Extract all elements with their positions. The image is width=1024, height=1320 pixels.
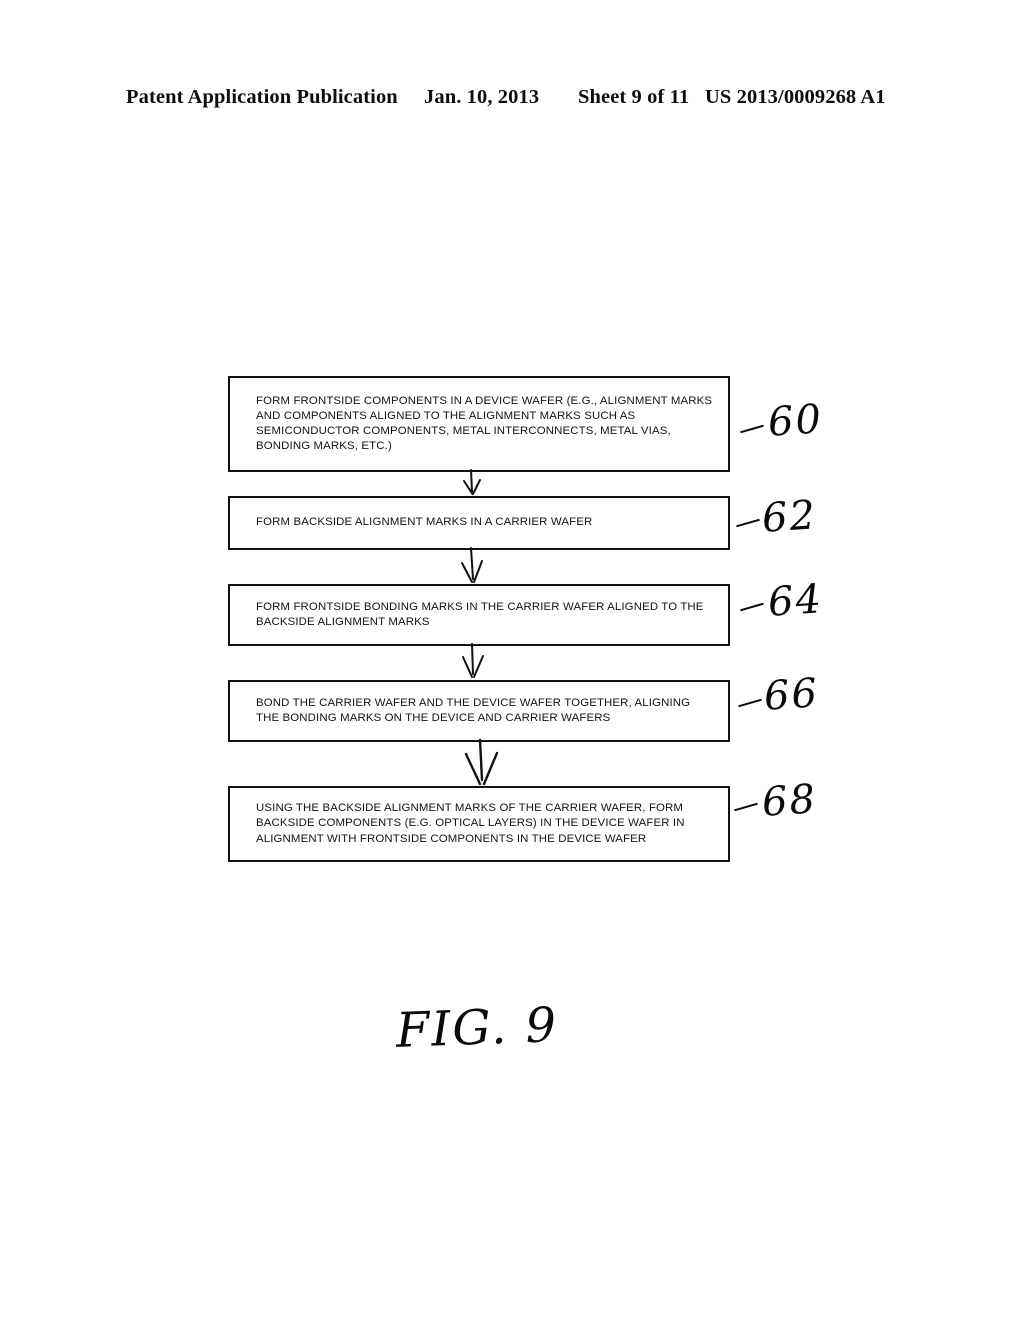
flowchart-diagram: FORM FRONTSIDE COMPONENTS IN A DEVICE WA… <box>0 0 1024 1320</box>
flowchart-connector-arrow-4 <box>440 740 550 790</box>
reference-leader-line-66 <box>738 699 762 708</box>
reference-numeral-64: 64 <box>766 576 824 626</box>
flowchart-step-box-66: BOND THE CARRIER WAFER AND THE DEVICE WA… <box>228 680 730 742</box>
reference-leader-line-68 <box>734 803 758 812</box>
reference-numeral-66: 66 <box>762 670 820 720</box>
flowchart-step-text-60: FORM FRONTSIDE COMPONENTS IN A DEVICE WA… <box>230 394 728 455</box>
reference-numeral-62: 62 <box>760 492 818 542</box>
flowchart-step-text-68: USING THE BACKSIDE ALIGNMENT MARKS OF TH… <box>230 801 728 847</box>
reference-leader-line-64 <box>740 603 764 612</box>
reference-leader-line-60 <box>740 425 764 434</box>
flowchart-step-box-68: USING THE BACKSIDE ALIGNMENT MARKS OF TH… <box>228 786 730 862</box>
flowchart-step-text-62: FORM BACKSIDE ALIGNMENT MARKS IN A CARRI… <box>230 515 728 530</box>
reference-numeral-60: 60 <box>766 396 824 446</box>
flowchart-step-box-62: FORM BACKSIDE ALIGNMENT MARKS IN A CARRI… <box>228 496 730 550</box>
flowchart-connector-arrow-2 <box>440 548 550 588</box>
reference-leader-line-62 <box>736 519 760 528</box>
reference-numeral-68: 68 <box>760 776 818 826</box>
flowchart-connector-arrow-3 <box>440 644 550 684</box>
flowchart-step-box-64: FORM FRONTSIDE BONDING MARKS IN THE CARR… <box>228 584 730 646</box>
flowchart-step-box-60: FORM FRONTSIDE COMPONENTS IN A DEVICE WA… <box>228 376 730 472</box>
figure-caption: FIG. 9 <box>395 997 559 1059</box>
flowchart-step-text-66: BOND THE CARRIER WAFER AND THE DEVICE WA… <box>230 696 728 726</box>
flowchart-step-text-64: FORM FRONTSIDE BONDING MARKS IN THE CARR… <box>230 600 728 630</box>
